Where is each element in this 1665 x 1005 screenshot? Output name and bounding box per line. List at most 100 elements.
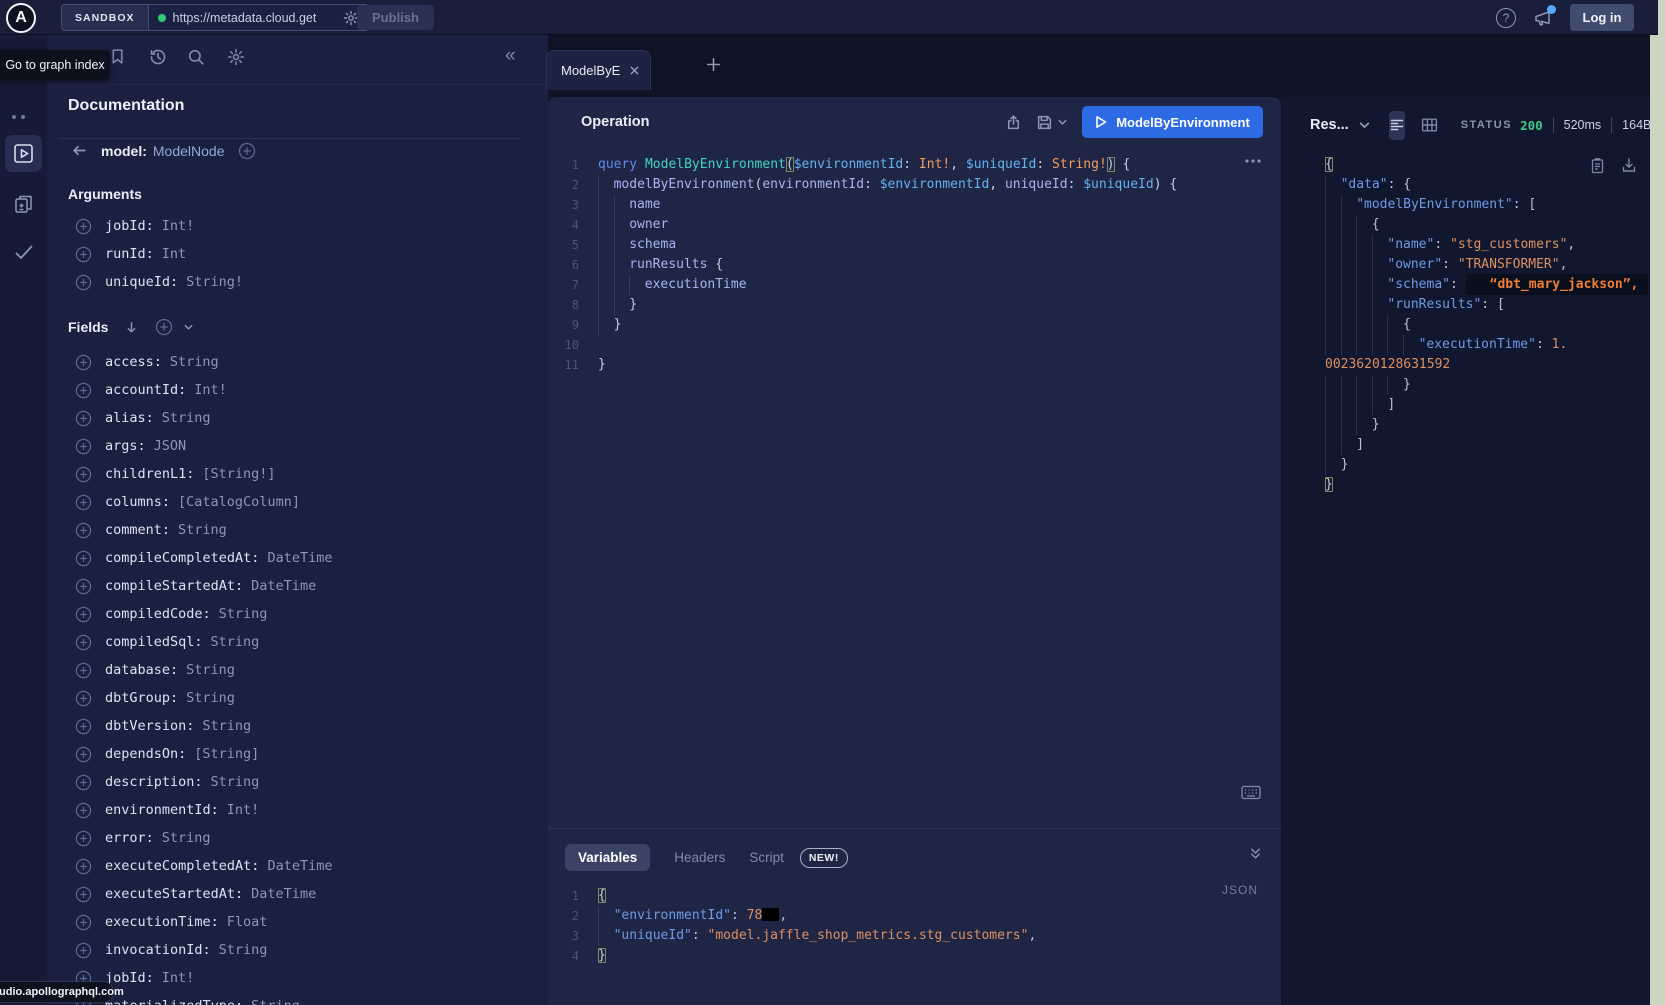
add-field-icon[interactable] — [75, 550, 92, 567]
doc-field-row[interactable]: dbtVersion:String — [47, 712, 548, 740]
tab-script[interactable]: Script — [749, 850, 784, 865]
back-arrow-icon[interactable] — [71, 142, 88, 159]
fields-options-chevron-icon[interactable] — [183, 322, 194, 333]
endpoint-url-input[interactable]: https://metadata.cloud.get — [149, 5, 368, 30]
checks-rail-icon[interactable] — [5, 233, 42, 270]
tab-headers[interactable]: Headers — [674, 850, 725, 865]
doc-field-row[interactable]: invocationId:String — [47, 936, 548, 964]
code-line: { — [1325, 315, 1648, 335]
close-tab-icon[interactable] — [629, 65, 640, 76]
run-operation-button[interactable]: ModelByEnvironment — [1082, 106, 1263, 138]
field-type: String — [202, 718, 251, 734]
add-field-icon[interactable] — [75, 942, 92, 959]
explorer-rail-icon[interactable] — [5, 135, 42, 172]
doc-field-row[interactable]: executionTime:Float — [47, 908, 548, 936]
field-name: database: — [105, 662, 178, 678]
doc-field-row[interactable]: childrenL1:[String!] — [47, 460, 548, 488]
variables-code-editor[interactable]: 1{2"environmentId": 78,3"uniqueId": "mod… — [548, 886, 1281, 966]
apollo-logo-icon[interactable]: A — [6, 3, 36, 33]
add-field-icon[interactable] — [75, 886, 92, 903]
add-field-icon[interactable] — [75, 438, 92, 455]
add-field-icon[interactable] — [75, 858, 92, 875]
add-field-icon[interactable] — [75, 274, 92, 291]
doc-field-row[interactable]: compiledCode:String — [47, 600, 548, 628]
collapse-sidebar-icon[interactable]: « — [505, 45, 516, 67]
add-field-icon[interactable] — [75, 914, 92, 931]
graph-index-icon[interactable] — [12, 115, 25, 119]
search-icon[interactable] — [187, 48, 205, 66]
endpoint-url-value[interactable]: https://metadata.cloud.get — [173, 11, 336, 25]
add-field-icon[interactable] — [75, 382, 92, 399]
doc-field-row[interactable]: error:String — [47, 824, 548, 852]
add-field-icon[interactable] — [75, 690, 92, 707]
new-tab-icon[interactable] — [705, 56, 722, 73]
add-field-icon[interactable] — [75, 830, 92, 847]
settings-gear-icon[interactable] — [227, 48, 245, 66]
keyboard-shortcuts-icon[interactable] — [1241, 785, 1261, 800]
announcements-megaphone-icon[interactable] — [1533, 9, 1553, 27]
add-field-icon[interactable] — [75, 494, 92, 511]
doc-field-row[interactable]: comment:String — [47, 516, 548, 544]
add-field-icon[interactable] — [75, 634, 92, 651]
response-size: 164B — [1622, 118, 1651, 132]
doc-field-row[interactable]: compiledSql:String — [47, 628, 548, 656]
save-operation-group[interactable] — [1036, 114, 1068, 131]
collapse-variables-icon[interactable] — [1248, 846, 1263, 861]
add-field-icon[interactable] — [75, 466, 92, 483]
doc-field-row[interactable]: compileStartedAt:DateTime — [47, 572, 548, 600]
doc-field-row[interactable]: columns:[CatalogColumn] — [47, 488, 548, 516]
table-view-icon[interactable] — [1421, 117, 1438, 133]
add-field-icon[interactable] — [75, 662, 92, 679]
json-view-toggle-icon[interactable] — [1389, 111, 1405, 140]
sort-fields-icon[interactable] — [124, 320, 139, 335]
doc-field-row[interactable]: dbtGroup:String — [47, 684, 548, 712]
doc-field-row[interactable]: alias:String — [47, 404, 548, 432]
add-field-icon[interactable] — [75, 246, 92, 263]
doc-field-row[interactable]: args:JSON — [47, 432, 548, 460]
operation-title: Operation — [581, 114, 649, 130]
add-field-icon[interactable] — [75, 606, 92, 623]
add-field-icon[interactable] — [75, 354, 92, 371]
help-icon[interactable]: ? — [1496, 8, 1516, 28]
response-json[interactable]: {"data": {"modelByEnvironment": [{"name"… — [1325, 155, 1648, 495]
history-icon[interactable] — [149, 48, 167, 66]
doc-field-row[interactable]: runId:Int — [47, 240, 548, 268]
doc-field-row[interactable]: uniqueId:String! — [47, 268, 548, 296]
add-field-icon[interactable] — [75, 522, 92, 539]
window-edge-strip-top — [1658, 0, 1665, 35]
doc-field-row[interactable]: jobId:Int! — [47, 212, 548, 240]
add-field-icon[interactable] — [75, 718, 92, 735]
code-line: 0023620128631592 — [1325, 355, 1648, 375]
code-line: "owner": "TRANSFORMER", — [1325, 255, 1648, 275]
browser-status-bar: studio.apollographql.com — [0, 981, 114, 1003]
add-field-icon[interactable] — [238, 142, 256, 160]
publish-button[interactable]: Publish — [357, 5, 434, 30]
add-field-icon[interactable] — [75, 218, 92, 235]
add-all-fields-icon[interactable] — [155, 318, 173, 336]
add-field-icon[interactable] — [75, 774, 92, 791]
doc-field-row[interactable]: access:String — [47, 348, 548, 376]
doc-field-row[interactable]: compileCompletedAt:DateTime — [47, 544, 548, 572]
share-operation-icon[interactable] — [1005, 114, 1022, 131]
doc-field-row[interactable]: database:String — [47, 656, 548, 684]
add-field-icon[interactable] — [75, 802, 92, 819]
bookmark-icon[interactable] — [109, 48, 126, 65]
doc-field-row[interactable]: environmentId:Int! — [47, 796, 548, 824]
field-name: executeStartedAt: — [105, 886, 243, 902]
schema-diff-rail-icon[interactable] — [5, 185, 42, 222]
doc-field-row[interactable]: executeCompletedAt:DateTime — [47, 852, 548, 880]
code-line: 3"uniqueId": "model.jaffle_shop_metrics.… — [548, 926, 1281, 946]
doc-field-row[interactable]: executeStartedAt:DateTime — [47, 880, 548, 908]
login-button[interactable]: Log in — [1570, 4, 1634, 31]
doc-field-row[interactable]: description:String — [47, 768, 548, 796]
doc-field-row[interactable]: dependsOn:[String] — [47, 740, 548, 768]
operation-tab[interactable]: ModelByEnvi... — [546, 50, 651, 90]
tab-variables[interactable]: Variables — [565, 844, 650, 871]
add-field-icon[interactable] — [75, 410, 92, 427]
doc-field-row[interactable]: accountId:Int! — [47, 376, 548, 404]
add-field-icon[interactable] — [75, 578, 92, 595]
breadcrumb-type-link[interactable]: ModelNode — [153, 143, 225, 159]
add-field-icon[interactable] — [75, 746, 92, 763]
response-dropdown-chevron-icon[interactable] — [1358, 119, 1371, 132]
operation-code-editor[interactable]: 1query ModelByEnvironment($environmentId… — [548, 155, 1281, 375]
